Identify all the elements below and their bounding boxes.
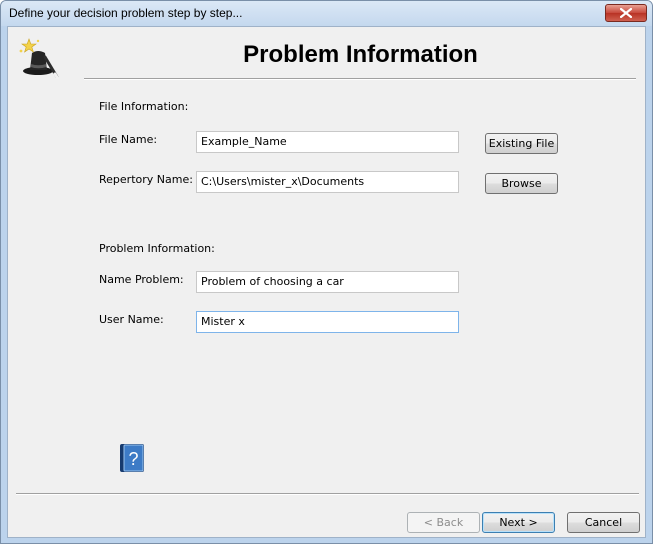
close-button[interactable] bbox=[605, 4, 647, 22]
title-bar[interactable]: Define your decision problem step by ste… bbox=[1, 1, 652, 26]
window-title: Define your decision problem step by ste… bbox=[9, 6, 243, 20]
header-divider bbox=[84, 78, 636, 80]
file-name-label: File Name: bbox=[99, 133, 158, 146]
existing-file-button[interactable]: Existing File bbox=[485, 133, 558, 154]
repertory-name-field[interactable]: C:\Users\mister_x\Documents bbox=[196, 171, 459, 193]
close-icon bbox=[620, 8, 632, 18]
wizard-window: Define your decision problem step by ste… bbox=[0, 0, 653, 544]
help-book-icon[interactable]: ? bbox=[119, 443, 145, 473]
wizard-hat-icon bbox=[19, 38, 59, 80]
back-button[interactable]: < Back bbox=[407, 512, 480, 533]
next-button[interactable]: Next > bbox=[482, 512, 555, 533]
file-information-heading: File Information: bbox=[99, 100, 189, 113]
user-name-label: User Name: bbox=[99, 313, 164, 326]
cancel-button[interactable]: Cancel bbox=[567, 512, 640, 533]
wizard-content: Problem Information File Information: Fi… bbox=[7, 26, 646, 538]
name-problem-label: Name Problem: bbox=[99, 273, 184, 286]
browse-button[interactable]: Browse bbox=[485, 173, 558, 194]
user-name-field[interactable]: Mister x bbox=[196, 311, 459, 333]
page-title: Problem Information bbox=[243, 41, 478, 68]
svg-text:?: ? bbox=[128, 449, 138, 469]
problem-information-heading: Problem Information: bbox=[99, 242, 215, 255]
repertory-name-label: Repertory Name: bbox=[99, 173, 193, 186]
footer-divider bbox=[16, 493, 639, 495]
name-problem-field[interactable]: Problem of choosing a car bbox=[196, 271, 459, 293]
file-name-field[interactable]: Example_Name bbox=[196, 131, 459, 153]
